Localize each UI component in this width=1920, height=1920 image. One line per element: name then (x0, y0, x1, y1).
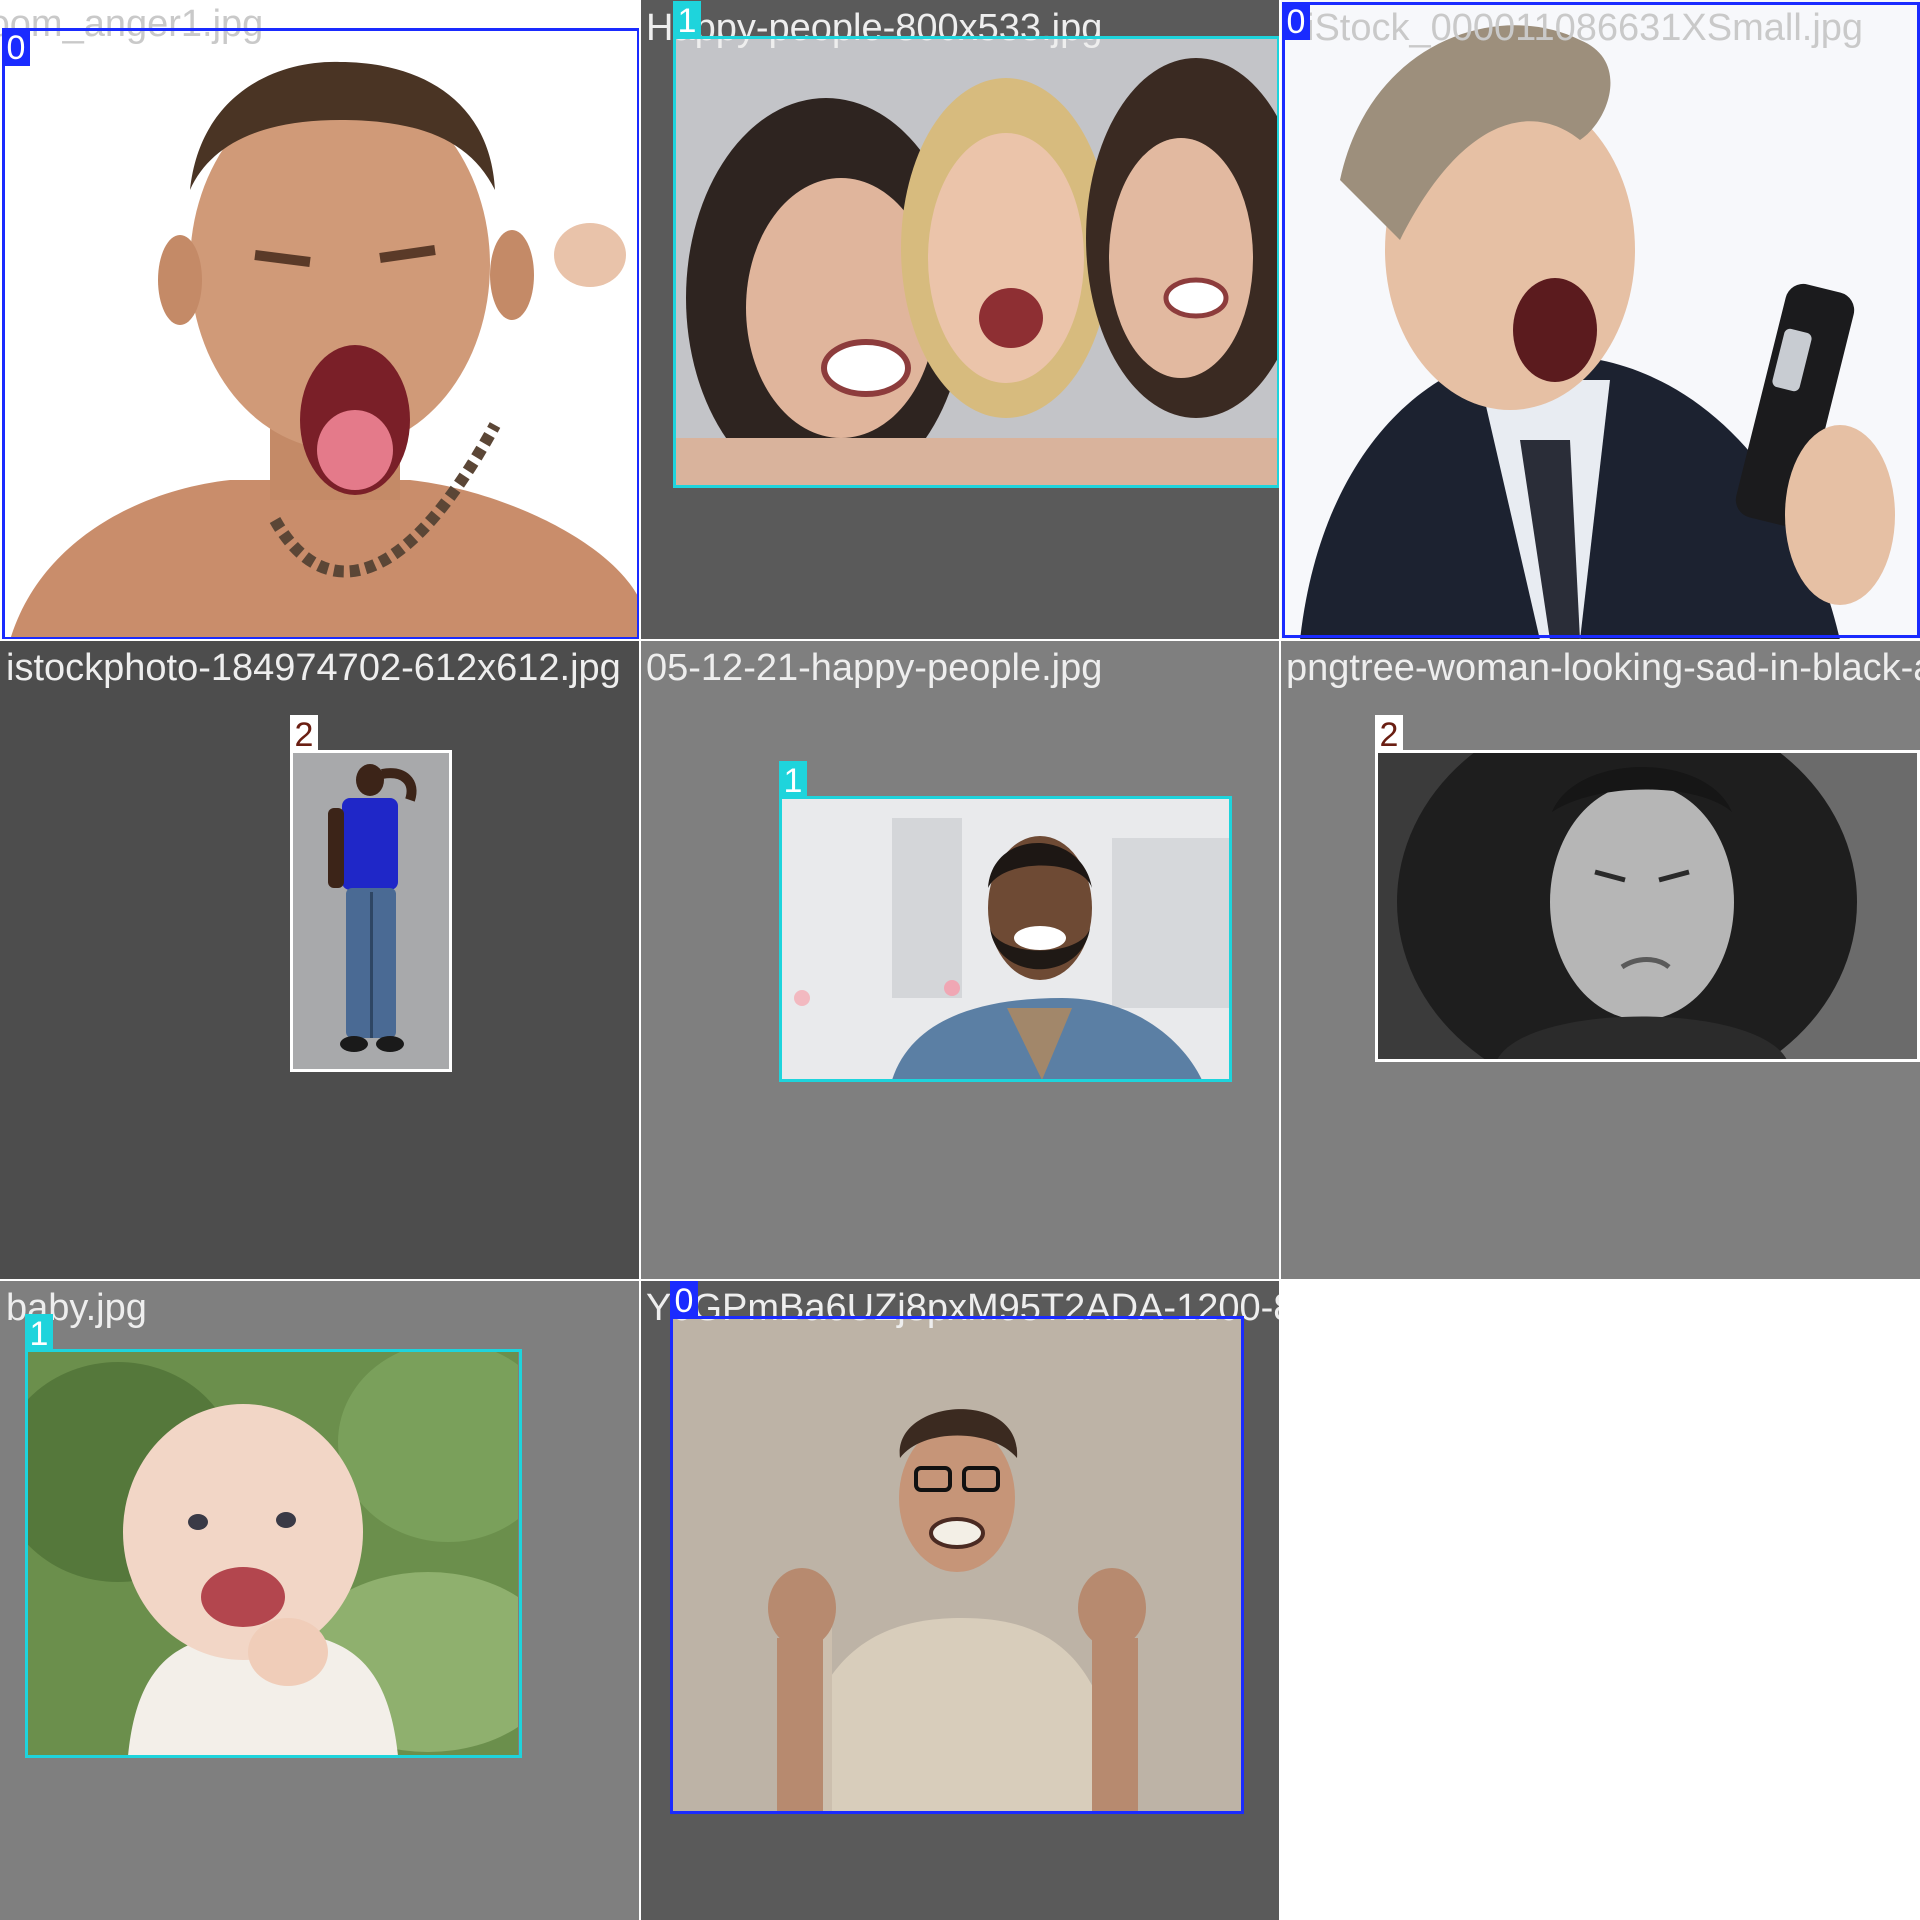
grid-divider (639, 0, 641, 1920)
class-label: 1 (673, 1, 701, 40)
bounding-box[interactable]: 0 (670, 1281, 1244, 1814)
tile-filename: 05-12-21-happy-people.jpg (646, 647, 1103, 689)
class-label: 0 (1282, 2, 1310, 41)
tile-baby[interactable]: baby.jpg 1 (0, 1280, 640, 1920)
tile-istockphoto-forehead[interactable]: istockphoto-184974702-612x612.jpg 2 (0, 640, 640, 1280)
bounding-box[interactable]: 1 (25, 1314, 522, 1758)
detection-mosaic: room_anger1.jpg 0 Happy-people-800x533.j… (0, 0, 1920, 1920)
bounding-box[interactable]: 2 (1375, 715, 1920, 1062)
bounding-box[interactable]: 0 (2, 28, 640, 640)
class-label: 0 (2, 28, 30, 67)
tile-happy-people[interactable]: Happy-people-800x533.jpg 1 (640, 0, 1280, 640)
tile-05-12-21-happy[interactable]: 05-12-21-happy-people.jpg 1 (640, 640, 1280, 1280)
bounding-box[interactable]: 1 (673, 1, 1280, 488)
tile-room-anger[interactable]: room_anger1.jpg 0 (0, 0, 640, 640)
tile-filename: istockphoto-184974702-612x612.jpg (6, 647, 621, 689)
bounding-box[interactable]: 2 (290, 715, 452, 1072)
tile-istock-phone-shout[interactable]: iStock_000011086631XSmall.jpg 0 (1280, 0, 1920, 640)
class-label: 1 (779, 761, 807, 800)
tile-angry-glasses-man[interactable]: Y0GPmBa6UZj8pxM95T2ADA-1200-80.jpg 0 (640, 1280, 1280, 1920)
class-label: 2 (290, 715, 318, 754)
tile-filename: pngtree-woman-looking-sad-in-black-and-w… (1286, 647, 1920, 689)
class-label: 0 (670, 1281, 698, 1320)
grid-divider (0, 1279, 1920, 1281)
bounding-box[interactable]: 1 (779, 761, 1232, 1082)
bounding-box[interactable]: 0 (1282, 2, 1920, 638)
class-label: 1 (25, 1314, 53, 1353)
tile-pngtree-sad-woman[interactable]: pngtree-woman-looking-sad-in-black-and-w… (1280, 640, 1920, 1280)
grid-divider (1279, 0, 1281, 1920)
class-label: 2 (1375, 715, 1403, 754)
empty-slot (1280, 1280, 1920, 1920)
grid-divider (0, 639, 1920, 641)
